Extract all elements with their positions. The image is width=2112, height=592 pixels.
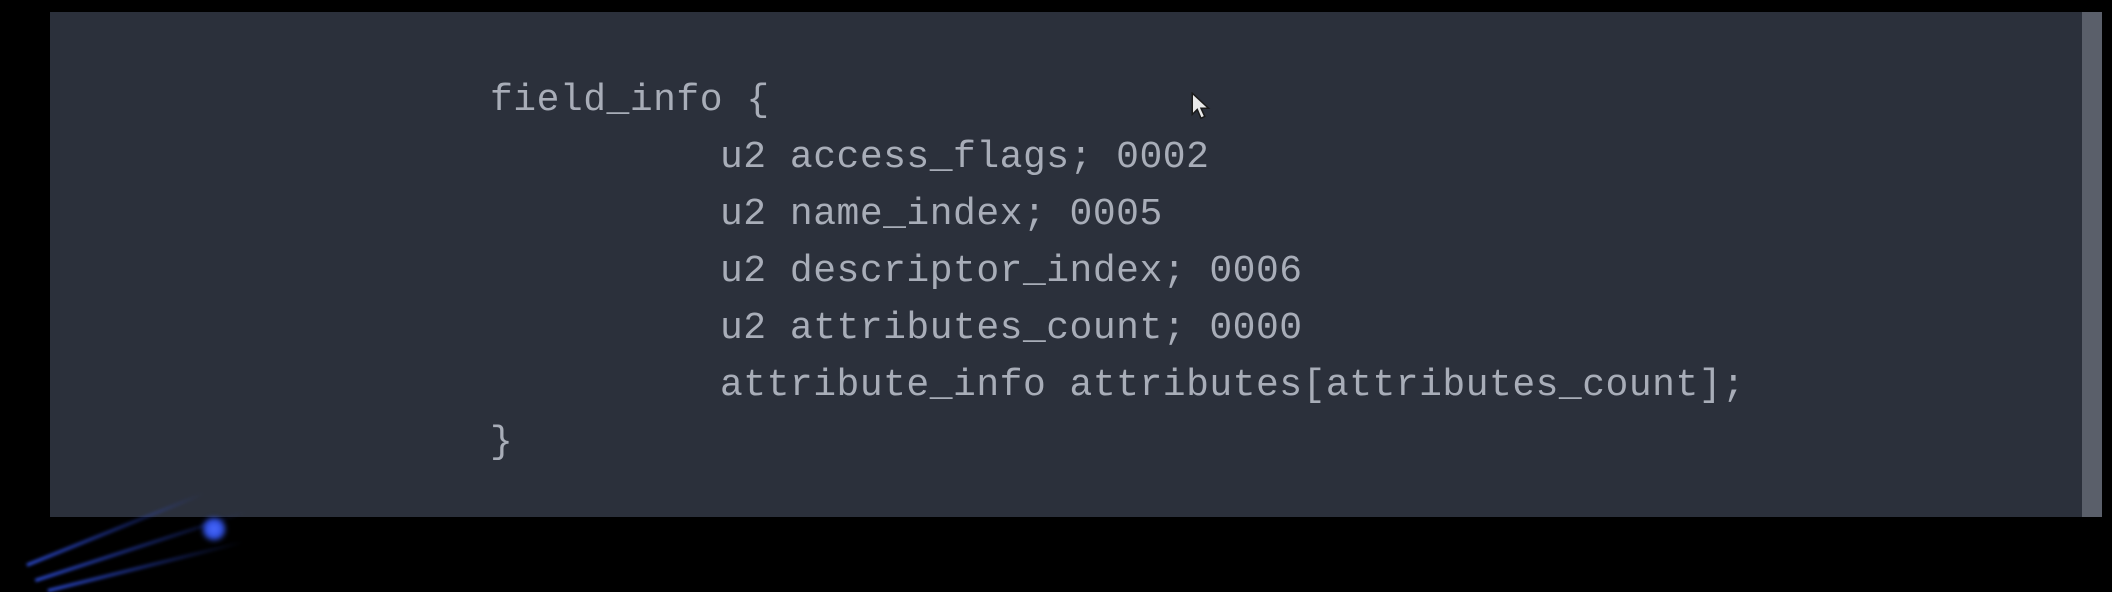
code-line-7: } [50, 414, 2102, 471]
code-line-6: attribute_info attributes[attributes_cou… [50, 357, 2102, 414]
code-line-4: u2 descriptor_index; 0006 [50, 243, 2102, 300]
code-line-2: u2 access_flags; 0002 [50, 129, 2102, 186]
code-block: field_info { u2 access_flags; 0002 u2 na… [50, 72, 2102, 471]
vertical-scrollbar[interactable] [2082, 12, 2102, 517]
code-editor-panel[interactable]: field_info { u2 access_flags; 0002 u2 na… [50, 12, 2102, 517]
code-line-5: u2 attributes_count; 0000 [50, 300, 2102, 357]
code-line-3: u2 name_index; 0005 [50, 186, 2102, 243]
code-line-1: field_info { [50, 72, 2102, 129]
